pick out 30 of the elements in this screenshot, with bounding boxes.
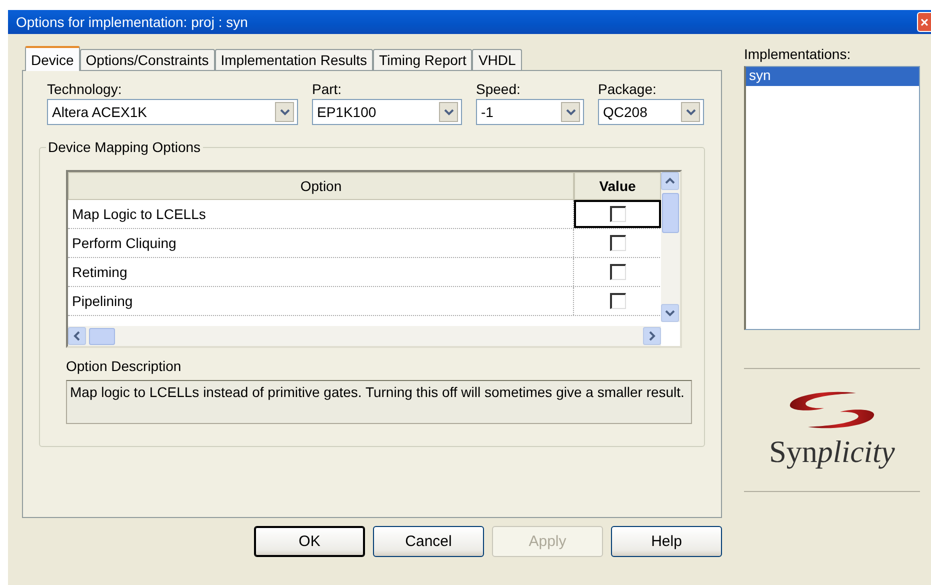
description-box: Map logic to LCELLs instead of primitive gates. Turning this off will sometimes give a smaller result. (66, 380, 692, 424)
table-cell: Map Logic to LCELLs (68, 200, 574, 228)
tab[interactable]: Implementation Results (214, 49, 374, 70)
field-label: Part: (312, 81, 343, 97)
tab[interactable]: Device (25, 46, 80, 71)
dropdown[interactable]: Altera ACEX1K (47, 99, 298, 125)
dialog-button[interactable]: OK (254, 526, 365, 557)
table-cell: Perform Cliquing (68, 229, 574, 257)
description-label: Option Description (66, 358, 182, 374)
field-label: Speed: (476, 81, 522, 97)
table-cell: Retiming (68, 258, 574, 286)
window-title: Options for implementation: proj : syn (16, 14, 248, 30)
table-cell: Pipelining (68, 287, 574, 315)
column-header[interactable]: Value (574, 172, 661, 200)
dropdown[interactable]: EP1K100 (312, 99, 462, 125)
group-title: Device Mapping Options (46, 139, 203, 155)
field-label: Technology: (47, 81, 123, 97)
tab[interactable]: VHDL (472, 49, 522, 70)
dialog-button[interactable]: Cancel (373, 526, 484, 557)
dropdown[interactable]: -1 (476, 99, 584, 125)
brand-name: Synplicity (769, 434, 895, 470)
list-item[interactable]: syn (746, 67, 919, 86)
dialog-button[interactable]: Help (611, 526, 722, 557)
column-header[interactable]: Option (68, 172, 574, 200)
tab[interactable]: Options/Constraints (80, 49, 215, 70)
field-label: Package: (598, 81, 658, 97)
list-label: Implementations: (744, 46, 852, 62)
close-button[interactable]: × (917, 12, 931, 32)
tab[interactable]: Timing Report (373, 49, 472, 70)
dropdown[interactable]: QC208 (598, 99, 704, 125)
